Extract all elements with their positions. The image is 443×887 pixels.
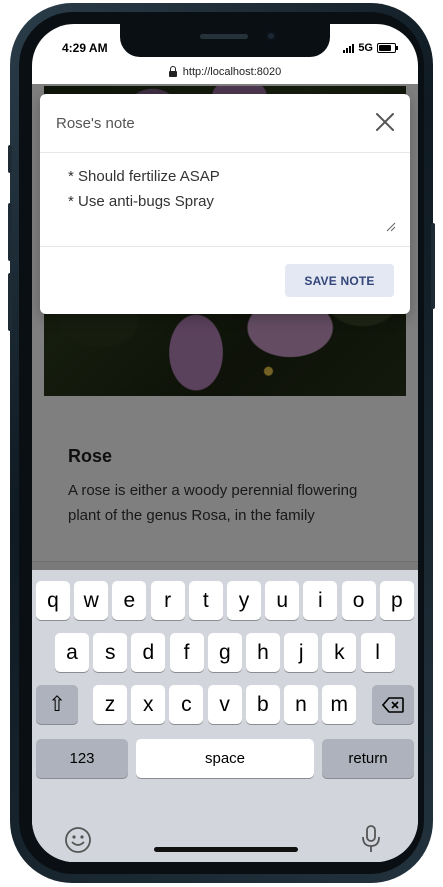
space-key[interactable]: space: [136, 739, 314, 778]
network-label: 5G: [358, 42, 373, 54]
status-indicators: 5G: [343, 42, 398, 54]
mute-switch: [8, 145, 12, 173]
close-icon: [376, 113, 394, 131]
key-g[interactable]: g: [207, 633, 242, 672]
key-y[interactable]: y: [227, 581, 261, 620]
volume-down-button: [8, 273, 12, 331]
battery-icon: [377, 43, 398, 53]
home-indicator: [154, 847, 298, 852]
key-z[interactable]: z: [93, 685, 127, 724]
key-v[interactable]: v: [207, 685, 242, 724]
key-e[interactable]: e: [112, 581, 147, 620]
return-key[interactable]: return: [322, 739, 414, 778]
key-a[interactable]: a: [55, 633, 89, 672]
key-p[interactable]: p: [379, 581, 414, 620]
modal-title: Rose's note: [56, 115, 135, 132]
key-x[interactable]: x: [131, 685, 166, 724]
on-screen-keyboard: qwertyuiop asdfghjkl zxcvbnm ⇧ 123 space…: [32, 570, 418, 862]
key-b[interactable]: b: [245, 685, 280, 724]
note-modal: Rose's note SAVE NOTE: [40, 94, 410, 314]
numbers-key[interactable]: 123: [36, 739, 128, 778]
key-d[interactable]: d: [131, 633, 166, 672]
key-k[interactable]: k: [322, 633, 357, 672]
backspace-icon: [382, 696, 404, 713]
screen: 4:29 AM 5G http://localhost:8020 Rose A …: [32, 24, 418, 862]
save-note-button[interactable]: SAVE NOTE: [285, 264, 394, 297]
modal-header: Rose's note: [40, 94, 410, 153]
key-i[interactable]: i: [303, 581, 338, 620]
key-l[interactable]: l: [360, 633, 395, 672]
dictation-button[interactable]: [360, 824, 382, 859]
modal-body: [40, 152, 410, 247]
speaker: [200, 34, 248, 39]
key-r[interactable]: r: [150, 581, 185, 620]
resize-grip-icon[interactable]: [386, 222, 396, 232]
key-c[interactable]: c: [169, 685, 204, 724]
address-bar[interactable]: http://localhost:8020: [32, 60, 418, 84]
key-u[interactable]: u: [265, 581, 300, 620]
status-time: 4:29 AM: [62, 41, 108, 55]
emoji-icon: [65, 827, 91, 853]
backspace-key[interactable]: [372, 685, 414, 724]
url-text: http://localhost:8020: [182, 66, 282, 78]
key-j[interactable]: j: [284, 633, 319, 672]
shift-icon: ⇧: [48, 693, 66, 716]
emoji-button[interactable]: [64, 826, 92, 859]
key-o[interactable]: o: [341, 581, 376, 620]
power-button: [431, 223, 435, 309]
key-m[interactable]: m: [322, 685, 357, 724]
key-f[interactable]: f: [169, 633, 204, 672]
key-t[interactable]: t: [188, 581, 223, 620]
volume-up-button: [8, 203, 12, 261]
key-s[interactable]: s: [93, 633, 128, 672]
lock-icon: [168, 66, 177, 77]
notch: [120, 24, 330, 57]
close-button[interactable]: [374, 111, 396, 133]
signal-icon: [343, 43, 355, 53]
shift-key[interactable]: ⇧: [36, 685, 78, 724]
key-w[interactable]: w: [74, 581, 109, 620]
key-q[interactable]: q: [36, 581, 70, 620]
key-n[interactable]: n: [284, 685, 318, 724]
front-camera: [266, 31, 276, 41]
microphone-icon: [362, 825, 380, 852]
note-textarea[interactable]: [58, 164, 406, 228]
key-h[interactable]: h: [246, 633, 280, 672]
